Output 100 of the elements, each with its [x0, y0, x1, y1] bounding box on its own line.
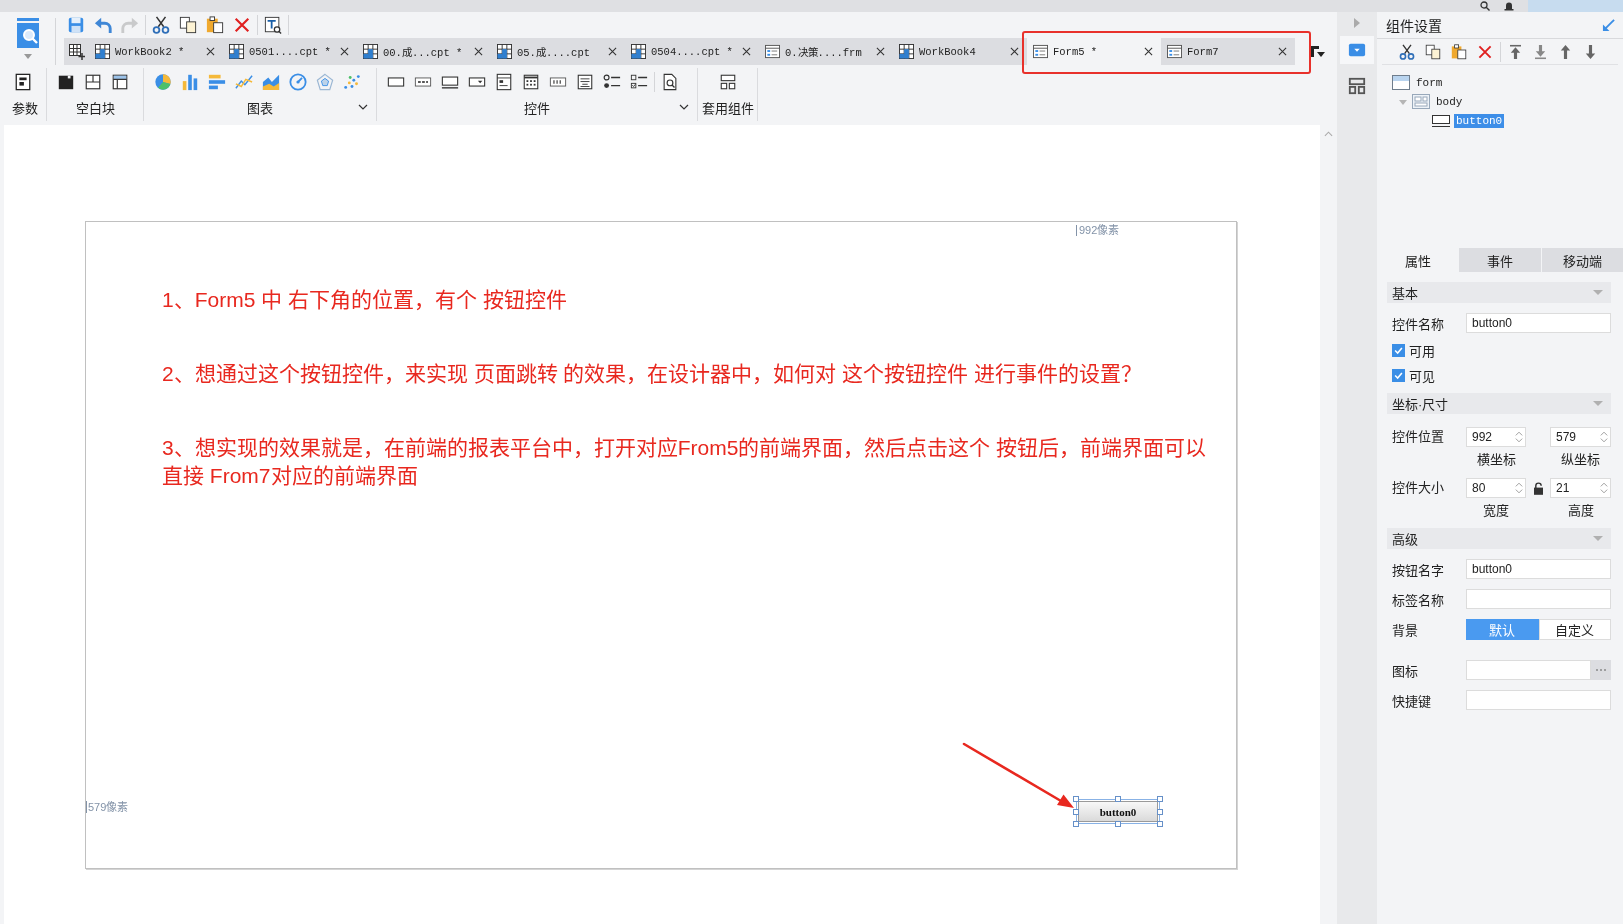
number-field[interactable]: 21 — [1550, 478, 1611, 498]
close-icon[interactable] — [742, 47, 751, 56]
checkbox[interactable] — [1392, 369, 1405, 382]
field-label: 控件位置 — [1391, 428, 1445, 446]
copy-icon[interactable] — [1425, 43, 1441, 60]
document-tab[interactable]: 0504....cpt * — [625, 38, 759, 65]
width-guide-label: 992像素 — [1076, 225, 1120, 236]
grid-panel-icon[interactable] — [111, 73, 129, 91]
line-chart-icon[interactable] — [235, 73, 253, 91]
delete-icon[interactable] — [1477, 43, 1493, 60]
pie-chart-icon[interactable] — [154, 73, 172, 91]
text-field[interactable]: button0 — [1466, 313, 1611, 333]
parameter-box-icon[interactable] — [14, 73, 32, 91]
document-tab[interactable]: 00.成...cpt * — [357, 38, 491, 65]
bell-icon[interactable] — [1504, 1, 1514, 11]
close-icon[interactable] — [340, 47, 349, 56]
diagonal-arrow-icon[interactable] — [1602, 18, 1615, 32]
close-icon[interactable] — [1144, 47, 1153, 56]
text-field-icon[interactable] — [441, 73, 459, 91]
document-tab[interactable]: Form7 — [1161, 38, 1295, 65]
icon-field[interactable] — [1466, 660, 1591, 680]
button-widget[interactable]: button0 — [1078, 801, 1158, 822]
checkbox-label: 可见 — [1409, 368, 1435, 385]
tree-item[interactable]: form — [1414, 75, 1445, 90]
resize-handle[interactable] — [1115, 796, 1121, 802]
split-panel-icon[interactable] — [84, 73, 102, 91]
chevron-down-icon[interactable] — [358, 104, 368, 110]
field-caption: 宽度 — [1482, 504, 1510, 518]
tree-item[interactable]: body — [1434, 94, 1465, 109]
cut-icon[interactable] — [152, 16, 170, 34]
scatter-plot-icon[interactable] — [343, 73, 361, 91]
number-field[interactable]: 992 — [1466, 427, 1526, 447]
gauge-icon[interactable] — [289, 73, 307, 91]
section-header[interactable]: 坐标·尺寸 — [1387, 393, 1611, 414]
search-icon[interactable] — [1480, 1, 1490, 11]
side-tab[interactable] — [1340, 36, 1374, 64]
paste-icon[interactable] — [1451, 43, 1467, 60]
close-icon[interactable] — [1278, 47, 1287, 56]
document-tab[interactable]: 0.决策....frm — [759, 38, 893, 65]
document-tab[interactable]: WorkBook2 * — [89, 38, 223, 65]
arrow-up-icon[interactable] — [1560, 43, 1571, 60]
horizontal-bar-chart-icon[interactable] — [208, 73, 226, 91]
arrow-down-icon[interactable] — [1585, 43, 1596, 60]
document-tab[interactable]: 0501....cpt * — [223, 38, 357, 65]
document-tab[interactable]: WorkBook4 — [893, 38, 1027, 65]
save-icon[interactable] — [67, 16, 85, 34]
copy-icon[interactable] — [179, 16, 197, 34]
filled-panel-icon[interactable] — [57, 73, 75, 91]
annotation-text: 1、Form5 中 右下角的位置，有个 按钮控件 — [162, 287, 568, 313]
delete-icon[interactable] — [233, 16, 251, 34]
section-title: 基本 — [1392, 285, 1418, 302]
close-icon[interactable] — [876, 47, 885, 56]
panel-tab[interactable]: 事件 — [1459, 248, 1541, 272]
panel-tab[interactable]: 移动端 — [1541, 248, 1623, 272]
annotation-text: 2、想通过这个按钮控件，来实现 页面跳转 的效果，在设计器中，如何对 这个按钮控件 进行事件的设置？ — [162, 361, 1144, 387]
checkbox-label: 可用 — [1409, 343, 1435, 360]
field-label: 控件名称 — [1391, 315, 1445, 333]
close-icon[interactable] — [206, 47, 215, 56]
number-field[interactable]: 80 — [1466, 478, 1526, 498]
undo-icon[interactable] — [94, 16, 112, 34]
option-button[interactable]: 自定义 — [1538, 619, 1611, 640]
resize-handle[interactable] — [1115, 821, 1121, 827]
close-icon[interactable] — [1010, 47, 1019, 56]
layout-template-icon[interactable] — [718, 73, 737, 91]
spreadsheet-icon — [899, 44, 914, 59]
section-header[interactable]: 高级 — [1387, 528, 1611, 549]
checkbox-list-icon[interactable] — [630, 73, 648, 91]
cut-icon[interactable] — [1399, 43, 1415, 60]
close-icon[interactable] — [474, 47, 483, 56]
new-sheet-button[interactable] — [64, 38, 89, 65]
caret-down-icon[interactable] — [23, 54, 32, 59]
text-area-icon[interactable] — [576, 73, 594, 91]
button-widget-icon — [1432, 113, 1450, 128]
radar-chart-icon[interactable] — [316, 73, 334, 91]
close-icon[interactable] — [608, 47, 617, 56]
panel-layout-icon — [1412, 94, 1430, 109]
document-search-icon[interactable] — [264, 16, 282, 34]
caret-down-icon — [1593, 401, 1603, 406]
section-header[interactable]: 基本 — [1387, 282, 1611, 303]
form-panel-icon[interactable] — [495, 73, 513, 91]
move-to-top-icon[interactable] — [1510, 43, 1521, 60]
spreadsheet-icon — [631, 44, 646, 59]
text-field[interactable] — [1466, 589, 1611, 609]
bar-chart-icon[interactable] — [181, 73, 199, 91]
paste-icon[interactable] — [206, 16, 224, 34]
radio-list-icon[interactable] — [603, 73, 621, 91]
dropdown-box-icon — [1348, 41, 1366, 59]
checkbox[interactable] — [1392, 344, 1405, 357]
group-label: 套用组件 — [701, 99, 754, 117]
chevron-down-icon[interactable] — [679, 104, 689, 110]
document-tab[interactable]: 05.成....cpt — [491, 38, 625, 65]
number-field[interactable]: 579 — [1550, 427, 1611, 447]
tab-list-icon[interactable] — [1311, 46, 1325, 58]
text-field[interactable] — [1466, 690, 1611, 710]
area-chart-icon[interactable] — [262, 73, 280, 91]
calendar-icon[interactable] — [522, 73, 540, 91]
move-to-bottom-icon[interactable] — [1535, 43, 1546, 60]
unlock-icon[interactable] — [1533, 481, 1543, 495]
document-search-icon[interactable] — [661, 73, 679, 91]
text-field[interactable]: button0 — [1466, 559, 1611, 579]
